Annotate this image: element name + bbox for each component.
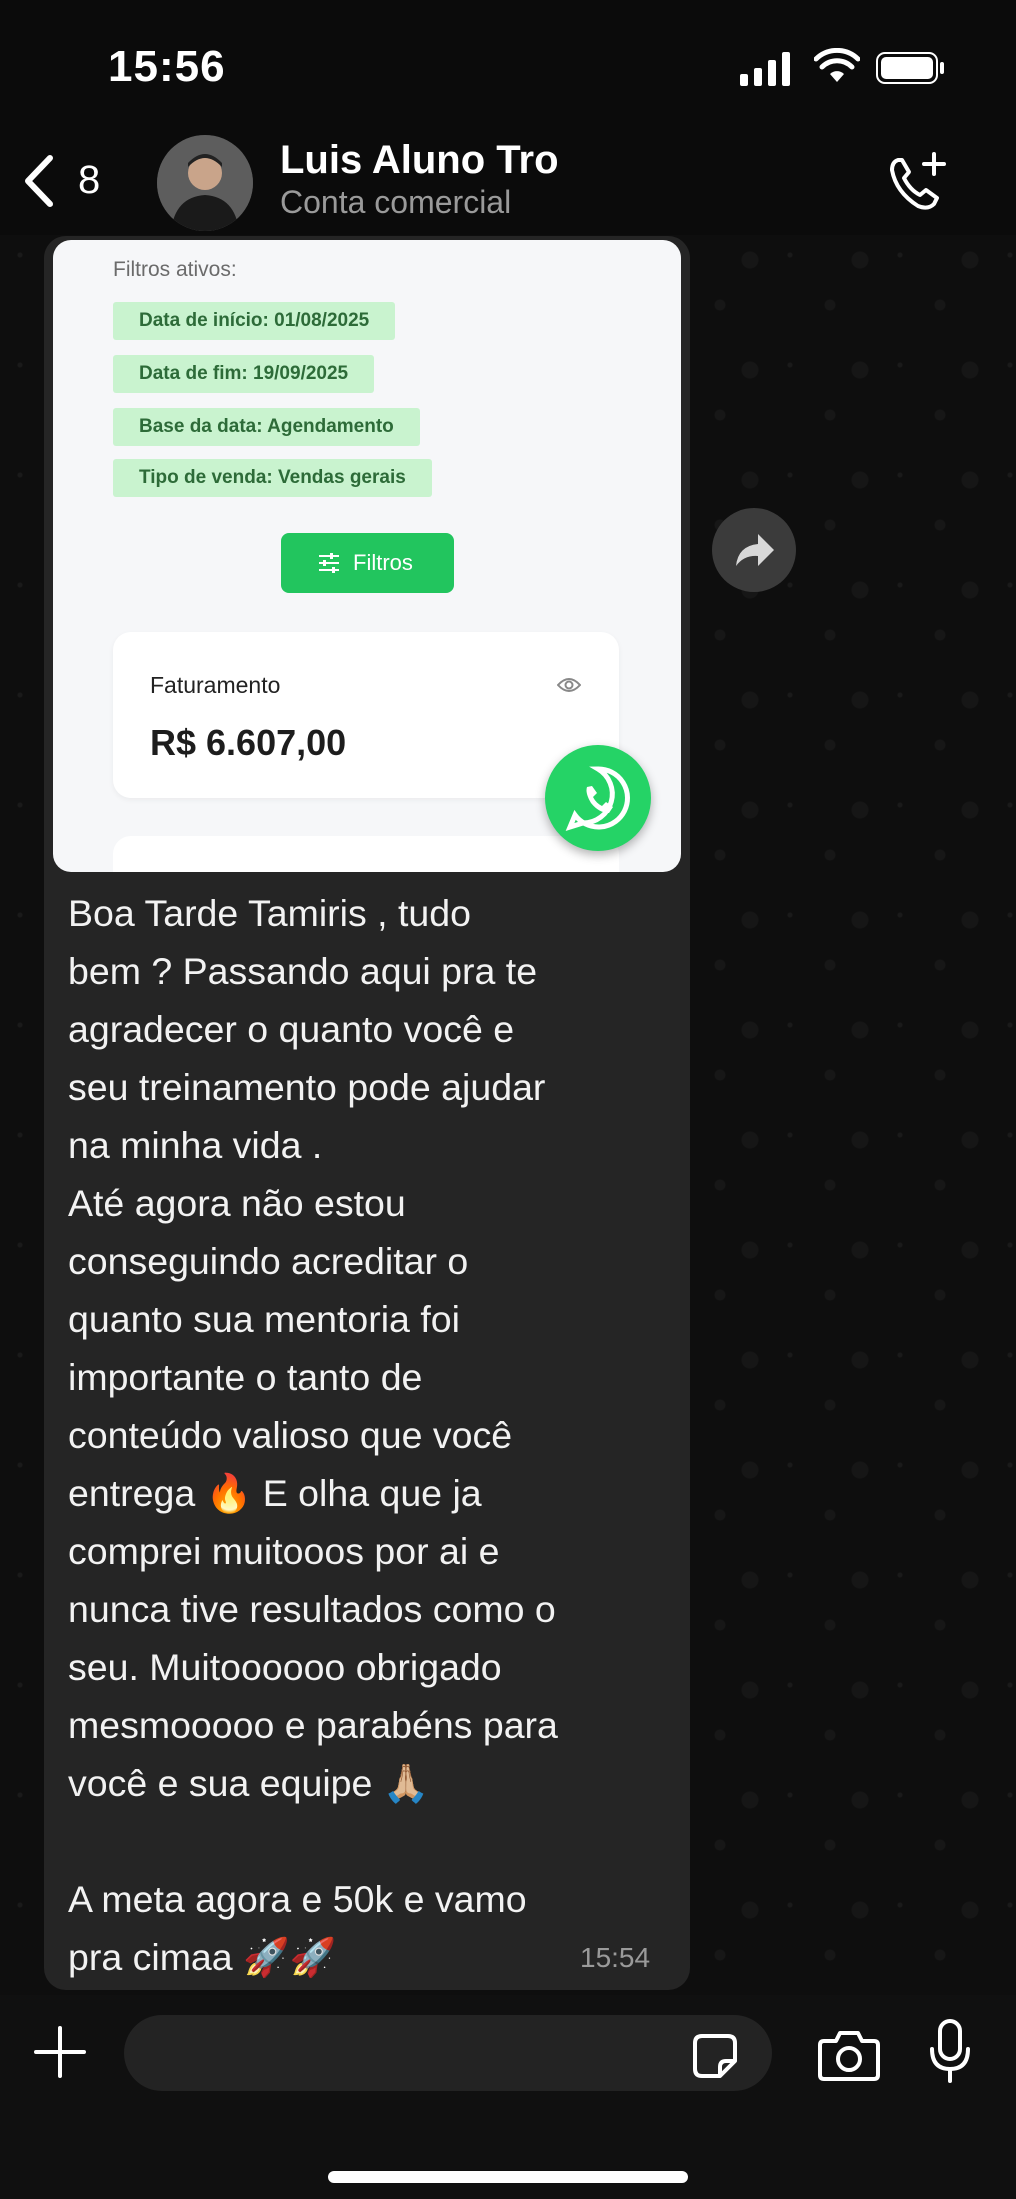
next-card-partial <box>113 836 619 872</box>
message-timestamp: 15:54 <box>580 1942 651 1973</box>
filter-chip-end-date: Data de fim: 19/09/2025 <box>113 355 375 393</box>
revenue-value: R$ 6.607,00 <box>150 722 347 763</box>
cellular-signal-icon <box>740 52 790 86</box>
unread-count[interactable]: 8 <box>78 158 100 203</box>
filter-chip-date-base: Base da data: Agendamento <box>113 408 420 446</box>
filter-chip-sale-type: Tipo de venda: Vendas gerais <box>113 459 432 497</box>
wifi-icon <box>814 48 860 82</box>
message-input[interactable] <box>124 2015 772 2091</box>
chat-header: 8 Luis Aluno Tro Conta comercial <box>0 130 1016 235</box>
plus-icon[interactable] <box>34 2026 86 2078</box>
avatar-person-icon <box>157 135 253 231</box>
revenue-label: Faturamento <box>150 672 281 698</box>
back-chevron-icon[interactable] <box>20 154 60 208</box>
filters-button-label: Filtros <box>353 550 413 575</box>
avatar[interactable] <box>157 135 253 231</box>
contact-subtitle: Conta comercial <box>280 184 512 220</box>
sliders-icon <box>319 553 339 573</box>
forward-button[interactable] <box>712 508 796 592</box>
battery-icon <box>876 52 944 84</box>
camera-icon[interactable] <box>818 2029 880 2081</box>
eye-icon <box>557 678 581 692</box>
home-indicator[interactable] <box>328 2171 688 2183</box>
sticker-icon[interactable] <box>692 2033 738 2079</box>
message-text: Boa Tarde Tamiris , tudo bem ? Passando … <box>68 892 558 1978</box>
composer-bar <box>0 1995 1016 2199</box>
filters-button: Filtros <box>281 533 454 593</box>
add-call-icon[interactable] <box>884 150 950 216</box>
filter-chip-start-date: Data de início: 01/08/2025 <box>113 302 396 340</box>
status-time: 15:56 <box>108 42 226 91</box>
microphone-icon[interactable] <box>928 2019 972 2085</box>
whatsapp-logo-icon <box>545 745 651 851</box>
status-bar: 15:56 <box>0 0 1016 130</box>
forward-arrow-icon <box>736 534 774 566</box>
contact-name[interactable]: Luis Aluno Tro <box>280 138 559 183</box>
revenue-card: Faturamento R$ 6.607,00 <box>113 632 619 798</box>
filters-title: Filtros ativos: <box>113 258 237 281</box>
